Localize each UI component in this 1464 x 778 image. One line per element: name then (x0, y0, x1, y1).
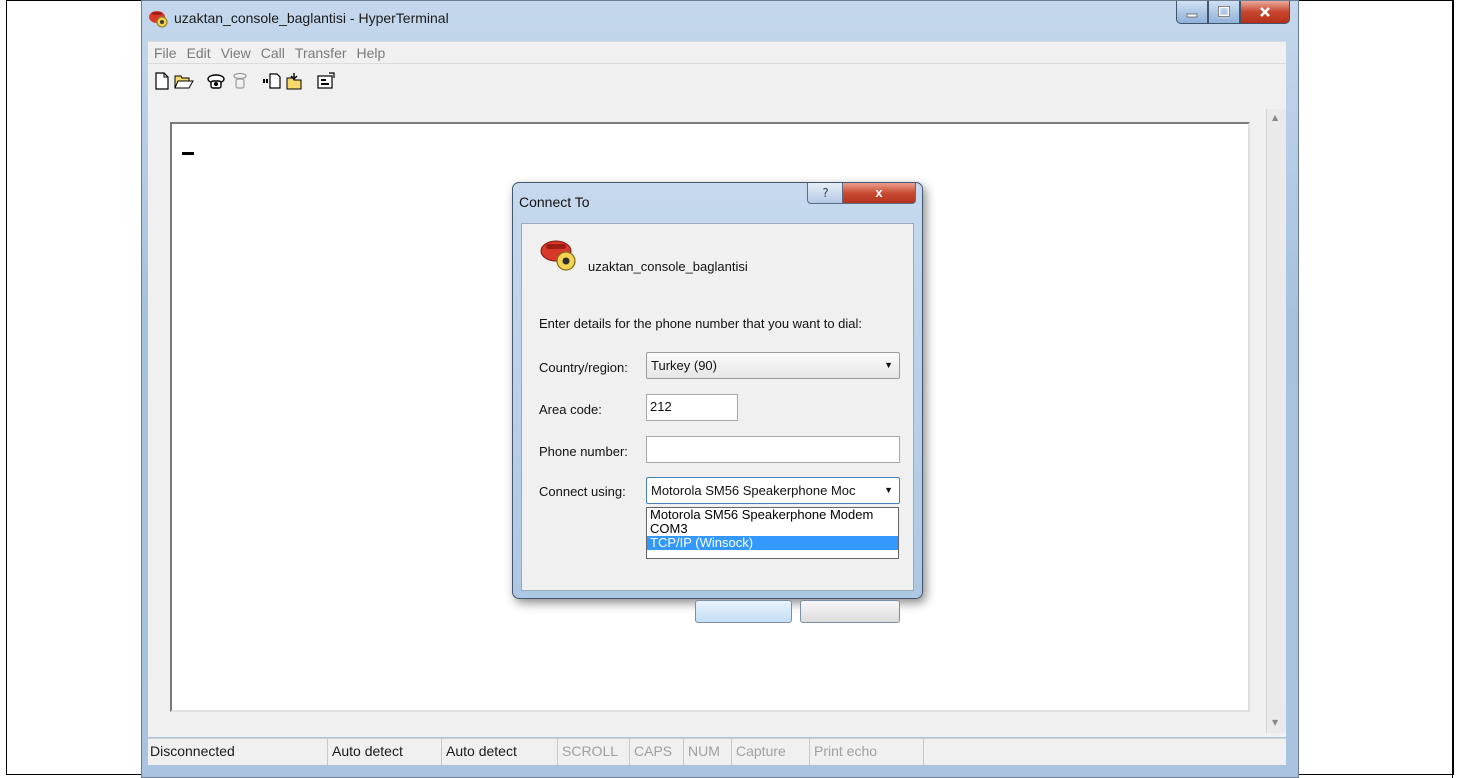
area-code-field[interactable]: 212 (646, 394, 738, 421)
receive-icon (286, 73, 302, 90)
send-button[interactable] (262, 71, 282, 91)
option-modem[interactable]: Motorola SM56 Speakerphone Modem (647, 508, 898, 522)
receive-button[interactable] (285, 71, 305, 91)
connect-using-value: Motorola SM56 Speakerphone Moc (651, 478, 879, 503)
country-select[interactable]: Turkey (90) ▼ (646, 352, 900, 379)
close-button[interactable] (1240, 1, 1290, 24)
page-edge (1452, 0, 1453, 778)
status-capture: Capture (734, 739, 810, 765)
connect-using-label: Connect using: (539, 484, 626, 499)
status-print-echo: Print echo (812, 739, 924, 765)
help-button[interactable]: ? (807, 183, 844, 204)
connect-using-dropdown-list: Motorola SM56 Speakerphone Modem COM3 TC… (646, 507, 899, 559)
toolbar (148, 63, 1286, 99)
option-tcpip[interactable]: TCP/IP (Winsock) (647, 536, 898, 550)
menu-edit[interactable]: Edit (187, 45, 211, 61)
menu-view[interactable]: View (221, 45, 251, 61)
call-button[interactable] (206, 71, 226, 91)
connect-using-select[interactable]: Motorola SM56 Speakerphone Moc ▼ (646, 477, 900, 504)
hyperterminal-icon (149, 11, 168, 28)
text-cursor (182, 152, 194, 155)
phone-number-label: Phone number: (539, 444, 628, 459)
chevron-down-icon: ▼ (884, 360, 893, 370)
title-bar[interactable]: uzaktan_console_baglantisi - HyperTermin… (142, 1, 1298, 35)
maximize-icon (1218, 6, 1230, 18)
option-com3[interactable]: COM3 (647, 522, 898, 536)
properties-icon (317, 72, 335, 89)
menu-help[interactable]: Help (357, 45, 386, 61)
cancel-button[interactable] (800, 600, 900, 623)
menu-bar: File Edit View Call Transfer Help (148, 41, 1286, 64)
status-connection: Disconnected (148, 739, 328, 765)
scroll-down-icon[interactable]: ▼ (1272, 718, 1278, 727)
connection-name: uzaktan_console_baglantisi (588, 259, 748, 274)
open-icon (174, 75, 194, 89)
caption-buttons (1176, 1, 1290, 24)
country-value: Turkey (90) (651, 358, 717, 373)
phone-connection-icon (540, 240, 576, 271)
minimize-button[interactable] (1176, 1, 1208, 24)
area-code-label: Area code: (539, 402, 602, 417)
status-num: NUM (686, 739, 732, 765)
country-label: Country/region: (539, 360, 628, 375)
disconnect-button[interactable] (230, 71, 250, 91)
minimize-icon (1186, 13, 1198, 18)
new-button[interactable] (152, 71, 172, 91)
ok-button[interactable] (695, 600, 792, 623)
dialog-close-button[interactable]: x (842, 183, 916, 204)
scroll-up-icon[interactable]: ▲ (1272, 113, 1278, 122)
status-auto-detect-2: Auto detect (444, 739, 558, 765)
menu-file[interactable]: File (154, 45, 177, 61)
disconnect-icon (233, 72, 247, 89)
close-icon (1260, 7, 1270, 17)
new-icon (155, 72, 169, 90)
dialog-title: Connect To (519, 194, 590, 210)
window-title: uzaktan_console_baglantisi - HyperTermin… (174, 10, 449, 26)
menu-call[interactable]: Call (261, 45, 285, 61)
status-auto-detect-1: Auto detect (330, 739, 442, 765)
close-icon: x (875, 185, 883, 200)
status-scroll: SCROLL (560, 739, 630, 765)
help-icon: ? (822, 186, 829, 200)
open-button[interactable] (174, 71, 194, 91)
send-icon (263, 73, 281, 89)
instructions-text: Enter details for the phone number that … (539, 316, 863, 331)
phone-number-field[interactable] (646, 436, 900, 463)
menu-transfer[interactable]: Transfer (295, 45, 347, 61)
chevron-down-icon: ▼ (884, 485, 893, 495)
call-icon (207, 74, 225, 89)
status-caps: CAPS (632, 739, 684, 765)
status-bar: Disconnected Auto detect Auto detect SCR… (148, 738, 1286, 765)
properties-button[interactable] (316, 71, 336, 91)
maximize-button[interactable] (1208, 1, 1240, 24)
vertical-scrollbar[interactable]: ▲ ▼ (1266, 109, 1286, 733)
